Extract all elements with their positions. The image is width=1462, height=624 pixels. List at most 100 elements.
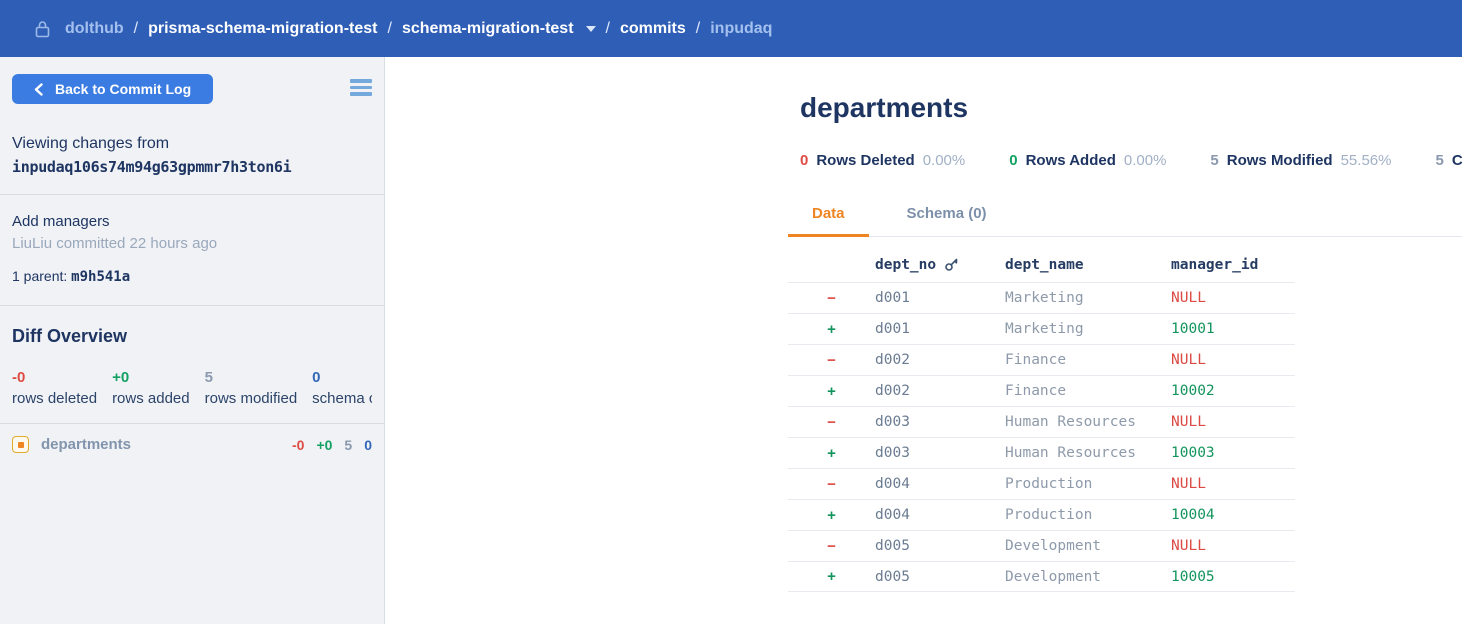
diff-plus-sign: + bbox=[788, 507, 875, 524]
menu-icon[interactable] bbox=[350, 79, 372, 96]
parent-commit-link[interactable]: m9h541a bbox=[71, 269, 130, 285]
stat-rows-modified: 5 Rows Modified 55.56% bbox=[1210, 152, 1391, 169]
cell-dept-name: Human Resources bbox=[1005, 445, 1171, 461]
cell-dept-no: d003 bbox=[875, 414, 1005, 430]
parent-label: 1 parent: bbox=[12, 268, 67, 284]
table-header-row: dept_no dept_name manager_id bbox=[788, 247, 1295, 282]
stat-schema-changes: 0 schema chang bbox=[312, 369, 372, 407]
sidebar-table-item-departments[interactable]: departments -0 +0 5 0 bbox=[0, 424, 384, 453]
diff-plus-sign: + bbox=[788, 383, 875, 400]
back-to-commit-log-button[interactable]: Back to Commit Log bbox=[12, 74, 213, 104]
modified-table-icon bbox=[12, 436, 29, 453]
stat-rows-deleted: -0 rows deleted bbox=[12, 369, 97, 407]
stat-rows-deleted: 0 Rows Deleted 0.00% bbox=[800, 152, 965, 169]
cell-manager-id: NULL bbox=[1171, 290, 1295, 306]
cell-dept-name: Marketing bbox=[1005, 290, 1171, 306]
diff-minus-sign: − bbox=[788, 414, 875, 431]
cell-dept-name: Finance bbox=[1005, 383, 1171, 399]
chevron-left-icon bbox=[34, 83, 43, 96]
stat-rows-added: 0 Rows Added 0.00% bbox=[1009, 152, 1166, 169]
commit-message: Add managers bbox=[12, 213, 372, 230]
breadcrumb-separator: / bbox=[606, 20, 610, 38]
cell-manager-id: NULL bbox=[1171, 476, 1295, 492]
cell-dept-no: d002 bbox=[875, 352, 1005, 368]
branch-dropdown-caret-icon[interactable] bbox=[586, 26, 596, 32]
breadcrumb-separator: / bbox=[696, 20, 700, 38]
cell-dept-no: d005 bbox=[875, 569, 1005, 585]
diff-minus-sign: − bbox=[788, 290, 875, 307]
back-button-label: Back to Commit Log bbox=[55, 81, 191, 97]
table-row: + d002 Finance 10002 bbox=[788, 375, 1295, 406]
main-content: departments 0 Rows Deleted 0.00% 0 Rows … bbox=[385, 57, 1462, 624]
column-header-dept-name: dept_name bbox=[1005, 257, 1171, 273]
diff-plus-sign: + bbox=[788, 445, 875, 462]
stat-rows-modified: 5 rows modified bbox=[205, 369, 298, 407]
cell-dept-name: Development bbox=[1005, 538, 1171, 554]
cell-dept-no: d002 bbox=[875, 383, 1005, 399]
breadcrumb: dolthub / prisma-schema-migration-test /… bbox=[65, 20, 772, 38]
breadcrumb-org[interactable]: dolthub bbox=[65, 20, 124, 38]
cell-dept-name: Human Resources bbox=[1005, 414, 1171, 430]
tab-schema[interactable]: Schema (0) bbox=[883, 197, 1011, 237]
cell-dept-name: Development bbox=[1005, 569, 1171, 585]
breadcrumb-branch[interactable]: schema-migration-test bbox=[402, 20, 574, 38]
table-row: − d005 Development NULL bbox=[788, 530, 1295, 561]
tab-bar: Data Schema (0) bbox=[788, 197, 1462, 237]
diff-minus-sign: − bbox=[788, 538, 875, 555]
cell-dept-name: Marketing bbox=[1005, 321, 1171, 337]
diff-overview-title: Diff Overview bbox=[12, 326, 372, 347]
tab-data[interactable]: Data bbox=[788, 197, 869, 237]
cell-dept-name: Finance bbox=[1005, 352, 1171, 368]
cell-manager-id: NULL bbox=[1171, 538, 1295, 554]
cell-manager-id: 10005 bbox=[1171, 569, 1295, 585]
lock-icon bbox=[34, 20, 51, 38]
table-row: + d005 Development 10005 bbox=[788, 561, 1295, 592]
diff-table: dept_no dept_name manager_id − d001 Mark… bbox=[788, 247, 1462, 592]
top-nav: dolthub / prisma-schema-migration-test /… bbox=[0, 0, 1462, 57]
cell-dept-no: d005 bbox=[875, 538, 1005, 554]
diff-stats-row: 0 Rows Deleted 0.00% 0 Rows Added 0.00% … bbox=[800, 152, 1462, 169]
deleted-count: -0 bbox=[292, 437, 304, 453]
viewing-changes-label: Viewing changes from bbox=[12, 135, 372, 153]
cell-manager-id: NULL bbox=[1171, 414, 1295, 430]
stat-rows-added: +0 rows added bbox=[112, 369, 190, 407]
stat-cells-modified: 5 Cells Modified 18.52% bbox=[1435, 152, 1462, 169]
cell-dept-no: d004 bbox=[875, 476, 1005, 492]
breadcrumb-repo[interactable]: prisma-schema-migration-test bbox=[148, 20, 377, 38]
cell-dept-name: Production bbox=[1005, 507, 1171, 523]
primary-key-icon bbox=[944, 257, 959, 272]
cell-dept-no: d003 bbox=[875, 445, 1005, 461]
table-row: + d003 Human Resources 10003 bbox=[788, 437, 1295, 468]
table-row: − d004 Production NULL bbox=[788, 468, 1295, 499]
cell-manager-id: NULL bbox=[1171, 352, 1295, 368]
breadcrumb-separator: / bbox=[387, 20, 391, 38]
cell-manager-id: 10002 bbox=[1171, 383, 1295, 399]
commit-meta: LiuLiu committed 22 hours ago bbox=[12, 235, 372, 252]
diff-minus-sign: − bbox=[788, 476, 875, 493]
cell-dept-no: d001 bbox=[875, 321, 1005, 337]
breadcrumb-commit-ref[interactable]: inpudaq bbox=[710, 20, 772, 38]
column-header-dept-no: dept_no bbox=[875, 257, 1005, 273]
table-row: − d001 Marketing NULL bbox=[788, 282, 1295, 313]
page-title: departments bbox=[800, 92, 1462, 124]
commit-hash: inpudaq106s74m94g63gpmmr7h3ton6i bbox=[12, 158, 372, 176]
table-row: − d003 Human Resources NULL bbox=[788, 406, 1295, 437]
cell-dept-no: d004 bbox=[875, 507, 1005, 523]
table-row: − d002 Finance NULL bbox=[788, 344, 1295, 375]
diff-minus-sign: − bbox=[788, 352, 875, 369]
column-header-manager-id: manager_id bbox=[1171, 257, 1295, 273]
cell-manager-id: 10001 bbox=[1171, 321, 1295, 337]
cell-dept-name: Production bbox=[1005, 476, 1171, 492]
cell-manager-id: 10004 bbox=[1171, 507, 1295, 523]
modified-count: 5 bbox=[344, 437, 352, 453]
table-row: + d004 Production 10004 bbox=[788, 499, 1295, 530]
table-name: departments bbox=[41, 436, 131, 453]
table-diff-counts: -0 +0 5 0 bbox=[292, 437, 372, 453]
diff-plus-sign: + bbox=[788, 321, 875, 338]
schema-change-count: 0 bbox=[364, 437, 372, 453]
breadcrumb-separator: / bbox=[134, 20, 138, 38]
breadcrumb-commits[interactable]: commits bbox=[620, 20, 686, 38]
diff-overview-stats: -0 rows deleted +0 rows added 5 rows mod… bbox=[12, 369, 372, 407]
cell-manager-id: 10003 bbox=[1171, 445, 1295, 461]
cell-dept-no: d001 bbox=[875, 290, 1005, 306]
